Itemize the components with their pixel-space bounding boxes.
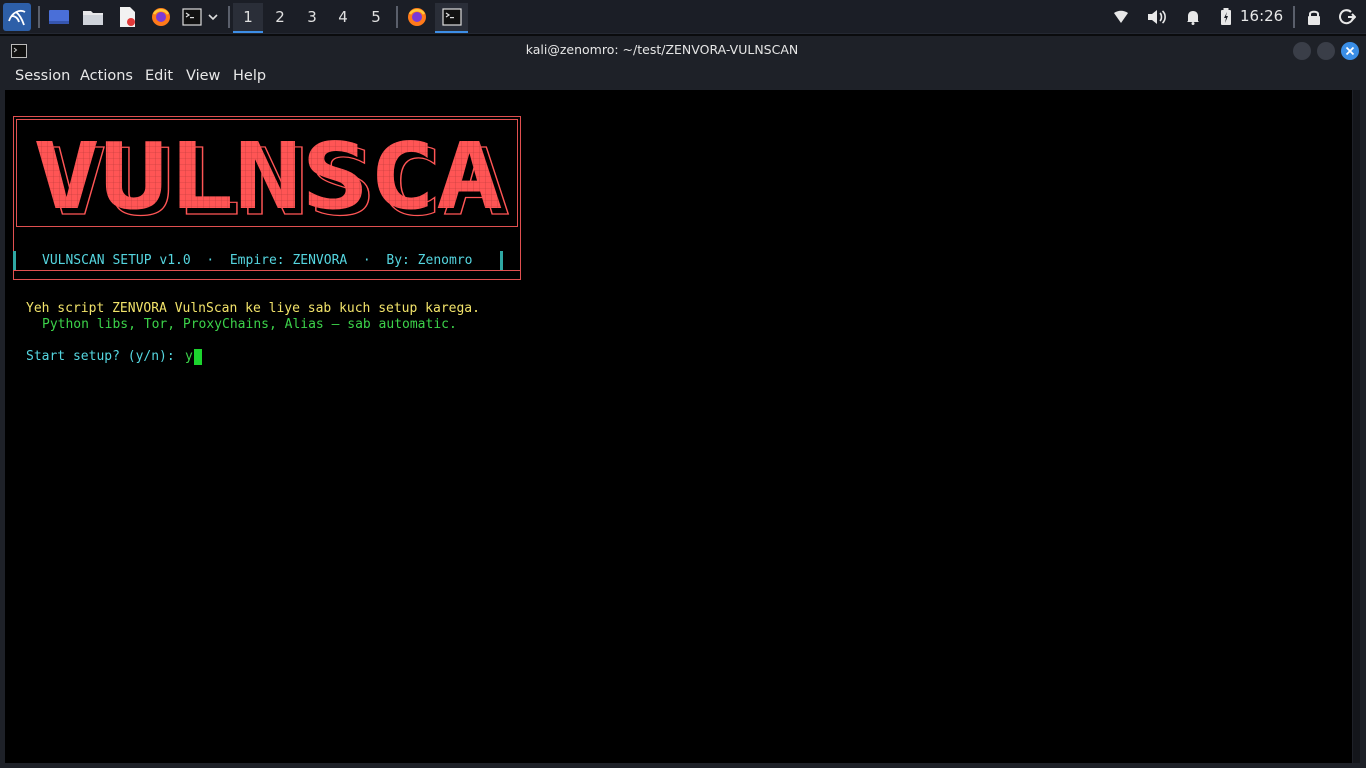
- banner-bottom-border: [13, 270, 521, 271]
- window-title: kali@zenomro: ~/test/ZENVORA-VULNSCAN: [525, 42, 799, 57]
- show-desktop-icon[interactable]: [46, 3, 72, 31]
- file-manager-icon[interactable]: [80, 3, 106, 31]
- setup-prompt: Start setup? (y/n):: [26, 349, 183, 364]
- terminal-task-icon[interactable]: [435, 3, 468, 33]
- setup-description-line: Yeh script ZENVORA VulnScan ke liye sab …: [26, 301, 480, 316]
- logout-icon[interactable]: [1336, 3, 1358, 31]
- lock-icon[interactable]: [1304, 3, 1324, 31]
- panel-separator: [1293, 6, 1295, 28]
- window-titlebar[interactable]: kali@zenomro: ~/test/ZENVORA-VULNSCAN: [0, 36, 1366, 64]
- vulnscan-ascii-logo: VULNSCA VULNSCA: [33, 140, 511, 224]
- terminal-output[interactable]: VULNSCA VULNSCA VULNSCAN SETUP v1.0 · Em…: [5, 90, 1352, 763]
- prompt-input[interactable]: y: [185, 349, 193, 364]
- volume-icon[interactable]: [1146, 3, 1168, 31]
- text-cursor: [194, 349, 202, 365]
- workspace-4[interactable]: 4: [328, 3, 358, 31]
- menu-edit[interactable]: Edit: [145, 68, 173, 84]
- svg-text:VULNSCA: VULNSCA: [33, 140, 503, 224]
- battery-icon[interactable]: [1217, 3, 1235, 31]
- setup-components-line: Python libs, Tor, ProxyChains, Alias — s…: [42, 317, 457, 332]
- chevron-down-icon[interactable]: [205, 3, 221, 31]
- terminal-icon[interactable]: [180, 3, 204, 31]
- menu-help[interactable]: Help: [233, 68, 266, 84]
- notification-bell-icon[interactable]: [1182, 3, 1204, 31]
- workspace-2[interactable]: 2: [265, 3, 295, 31]
- text-editor-icon[interactable]: [114, 3, 140, 31]
- close-button[interactable]: [1341, 42, 1359, 60]
- menu-view[interactable]: View: [186, 68, 220, 84]
- menu-bar: Session Actions Edit View Help: [0, 64, 1366, 90]
- workspace-5[interactable]: 5: [361, 3, 391, 31]
- clock[interactable]: 16:26: [1240, 7, 1283, 25]
- panel-separator: [228, 6, 230, 28]
- top-panel: 1 2 3 4 5 16:26: [0, 0, 1366, 34]
- panel-separator: [38, 6, 40, 28]
- workspace-3[interactable]: 3: [297, 3, 327, 31]
- terminal-scrollbar[interactable]: [1353, 90, 1360, 763]
- terminal-window: kali@zenomro: ~/test/ZENVORA-VULNSCAN Se…: [0, 36, 1366, 768]
- banner-info-line: VULNSCAN SETUP v1.0 · Empire: ZENVORA · …: [42, 253, 473, 268]
- minimize-button[interactable]: [1293, 42, 1311, 60]
- maximize-button[interactable]: [1317, 42, 1335, 60]
- menu-session[interactable]: Session: [15, 68, 70, 84]
- close-icon: [1345, 46, 1355, 56]
- banner-right-bar: [500, 251, 503, 271]
- menu-actions[interactable]: Actions: [80, 68, 133, 84]
- firefox-icon[interactable]: [148, 3, 174, 31]
- workspace-1[interactable]: 1: [233, 3, 263, 33]
- banner-left-bar: [13, 251, 16, 271]
- panel-separator: [396, 6, 398, 28]
- kali-menu-icon[interactable]: [3, 3, 31, 31]
- network-icon[interactable]: [1110, 3, 1132, 31]
- firefox-task-icon[interactable]: [403, 3, 431, 31]
